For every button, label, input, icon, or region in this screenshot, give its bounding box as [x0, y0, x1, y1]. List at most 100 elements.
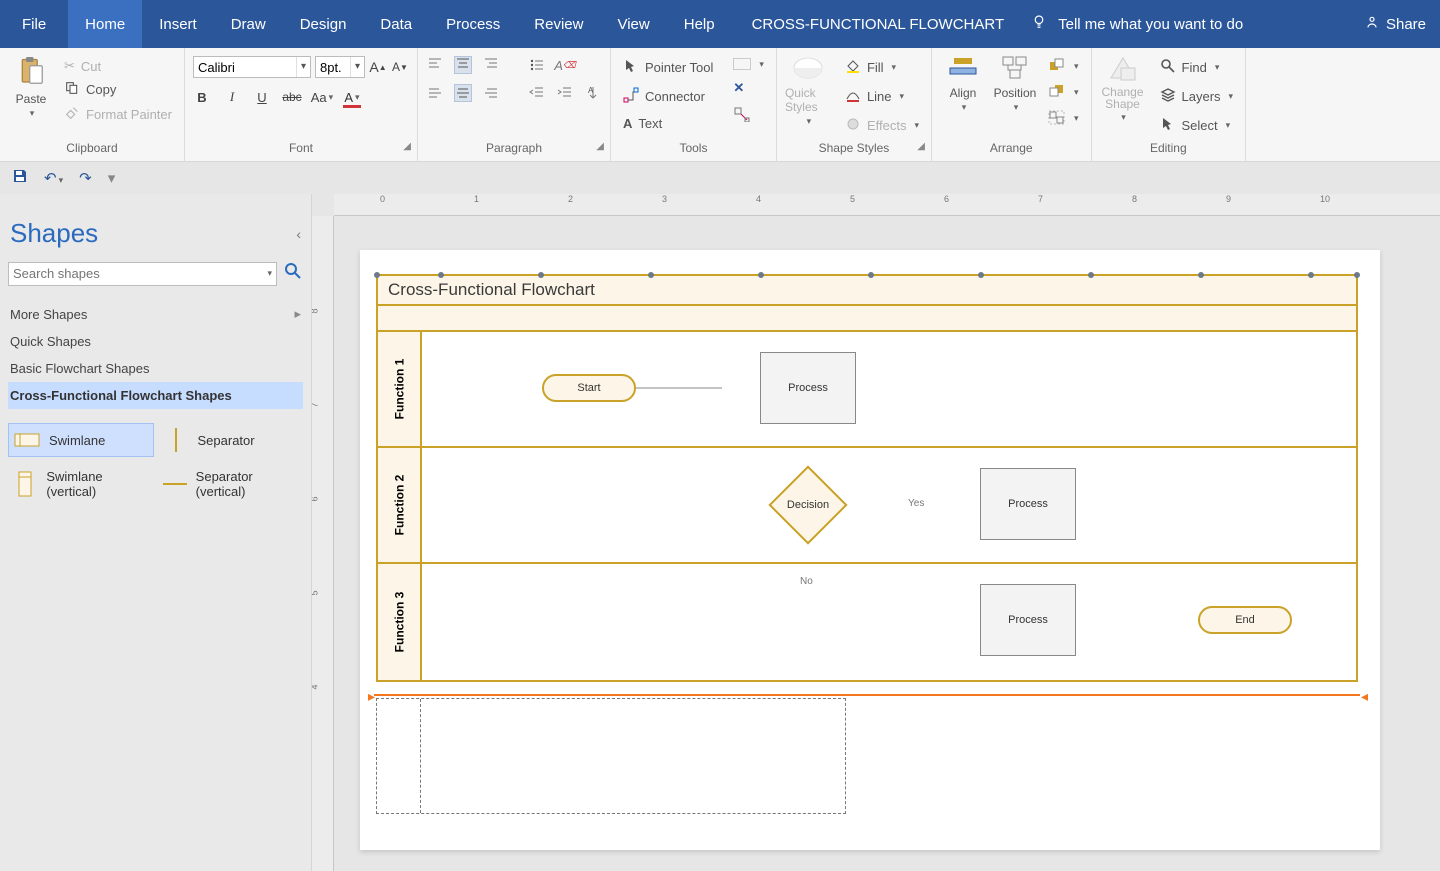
- position-button[interactable]: Position▾: [992, 52, 1038, 113]
- tab-design[interactable]: Design: [283, 0, 364, 48]
- align-top-right[interactable]: [482, 56, 500, 74]
- search-icon[interactable]: [283, 261, 303, 286]
- dialog-launcher-icon[interactable]: ◢: [596, 141, 604, 153]
- pointer-tool-button[interactable]: Pointer Tool: [619, 56, 717, 79]
- fill-icon: [845, 58, 861, 77]
- dialog-launcher-icon[interactable]: ◢: [403, 141, 411, 153]
- process-shape-2[interactable]: Process: [980, 468, 1076, 540]
- shape-separator-vertical[interactable]: Separator (vertical): [158, 465, 304, 503]
- tab-process[interactable]: Process: [429, 0, 517, 48]
- format-painter-button[interactable]: Format Painter: [60, 103, 176, 126]
- find-button[interactable]: Find▾: [1156, 56, 1238, 79]
- share-button[interactable]: Share: [1350, 14, 1440, 34]
- decrease-indent[interactable]: [528, 84, 546, 102]
- yes-label: Yes: [908, 498, 924, 509]
- align-top-left[interactable]: [426, 56, 444, 74]
- flowchart-title[interactable]: Cross-Functional Flowchart: [378, 276, 1356, 306]
- copy-button[interactable]: Copy: [60, 78, 176, 101]
- start-shape[interactable]: Start: [542, 374, 636, 402]
- shape-swimlane-vertical[interactable]: Swimlane (vertical): [8, 465, 154, 503]
- more-shapes-item[interactable]: More Shapes▸: [8, 300, 303, 328]
- insertion-guide: [374, 694, 1360, 696]
- align-middle-left[interactable]: [426, 84, 444, 102]
- lane-2[interactable]: Function 2 Decision Process Yes: [378, 448, 1356, 564]
- workspace: Shapes ‹ ▾ More Shapes▸ Quick Shapes Bas…: [0, 194, 1440, 871]
- tab-insert[interactable]: Insert: [142, 0, 214, 48]
- shape-swimlane[interactable]: Swimlane: [8, 423, 154, 457]
- save-button[interactable]: [8, 166, 32, 190]
- group-arrange: Align▾ Position▾ ▾ ▾ ▾ Arrange: [932, 48, 1092, 161]
- bring-front-button[interactable]: ▾: [1044, 56, 1083, 76]
- decision-shape[interactable]: Decision: [769, 466, 847, 544]
- process-shape-1[interactable]: Process: [760, 352, 856, 424]
- drawing-page[interactable]: Cross-Functional Flowchart Function 1 St…: [360, 250, 1380, 850]
- send-back-button[interactable]: ▾: [1044, 82, 1083, 102]
- freeform-tool[interactable]: [729, 104, 768, 124]
- italic-button[interactable]: I: [223, 88, 241, 106]
- font-color-button[interactable]: A▾: [343, 88, 361, 106]
- strike-button[interactable]: abc: [283, 88, 301, 106]
- bold-button[interactable]: B: [193, 88, 211, 106]
- share-icon: [1364, 14, 1380, 34]
- shapes-pane: Shapes ‹ ▾ More Shapes▸ Quick Shapes Bas…: [0, 194, 312, 871]
- increase-indent[interactable]: [556, 84, 574, 102]
- align-middle-right[interactable]: [482, 84, 500, 102]
- tell-me-search[interactable]: Tell me what you want to do: [1030, 13, 1243, 35]
- tab-help[interactable]: Help: [667, 0, 732, 48]
- change-case-button[interactable]: Aa▾: [313, 88, 331, 106]
- change-shape-button[interactable]: Change Shape▾: [1100, 52, 1146, 123]
- rotate-text[interactable]: A: [584, 84, 602, 102]
- align-button[interactable]: Align▾: [940, 52, 986, 113]
- quick-styles-button[interactable]: Quick Styles▾: [785, 52, 831, 127]
- flowchart-phase-band[interactable]: [378, 306, 1356, 332]
- end-shape[interactable]: End: [1198, 606, 1292, 634]
- font-size-combo[interactable]: ▾: [315, 56, 365, 78]
- dialog-launcher-icon[interactable]: ◢: [917, 141, 925, 153]
- paste-button[interactable]: Paste ▾: [8, 52, 54, 119]
- tab-data[interactable]: Data: [363, 0, 429, 48]
- redo-button[interactable]: ↷: [75, 167, 96, 189]
- search-icon: [1160, 58, 1176, 77]
- fill-button[interactable]: Fill▾: [841, 56, 923, 79]
- lane-3-header: Function 3: [392, 592, 406, 653]
- select-button[interactable]: Select▾: [1156, 114, 1238, 137]
- bullets-button[interactable]: [528, 56, 546, 74]
- font-family-combo[interactable]: ▾: [193, 56, 311, 78]
- rectangle-tool[interactable]: ▾: [729, 56, 768, 72]
- swimlane-container[interactable]: Cross-Functional Flowchart Function 1 St…: [376, 274, 1358, 682]
- qat-customize[interactable]: ▾: [104, 167, 120, 189]
- tab-draw[interactable]: Draw: [214, 0, 283, 48]
- effects-button[interactable]: Effects▾: [841, 114, 923, 137]
- connection-point-tool[interactable]: ✕: [729, 78, 768, 98]
- basic-flowchart-item[interactable]: Basic Flowchart Shapes: [8, 355, 303, 382]
- collapse-pane-icon[interactable]: ‹: [296, 226, 301, 242]
- chevron-down-icon[interactable]: ▾: [267, 268, 272, 279]
- group-button[interactable]: ▾: [1044, 108, 1083, 128]
- search-shapes-input[interactable]: ▾: [8, 262, 277, 286]
- connector-tool-button[interactable]: Connector: [619, 85, 717, 108]
- increase-font-icon[interactable]: A▲: [369, 58, 387, 76]
- clear-formatting-button[interactable]: A⌫: [556, 56, 574, 74]
- underline-button[interactable]: U: [253, 88, 271, 106]
- undo-button[interactable]: ↶▾: [40, 167, 67, 189]
- decrease-font-icon[interactable]: A▼: [391, 58, 409, 76]
- process-shape-3[interactable]: Process: [980, 584, 1076, 656]
- cut-button[interactable]: ✂ Cut: [60, 56, 176, 76]
- paste-label: Paste: [16, 92, 47, 106]
- tab-review[interactable]: Review: [517, 0, 600, 48]
- lane-3[interactable]: Function 3 Process End No: [378, 564, 1356, 680]
- shape-separator[interactable]: Separator: [158, 423, 304, 457]
- tab-file[interactable]: File: [0, 0, 68, 48]
- tab-view[interactable]: View: [600, 0, 666, 48]
- cross-functional-item[interactable]: Cross-Functional Flowchart Shapes: [8, 382, 303, 409]
- text-tool-button[interactable]: AText: [619, 114, 717, 133]
- lane-1[interactable]: Function 1 Start Process: [378, 332, 1356, 448]
- align-middle-center[interactable]: [454, 84, 472, 102]
- line-button[interactable]: Line▾: [841, 85, 923, 108]
- quick-shapes-item[interactable]: Quick Shapes: [8, 328, 303, 355]
- lightbulb-icon: [1030, 13, 1048, 35]
- layers-button[interactable]: Layers▾: [1156, 85, 1238, 108]
- tab-home[interactable]: Home: [68, 0, 142, 48]
- align-top-center[interactable]: [454, 56, 472, 74]
- drawing-canvas[interactable]: 0 1 2 3 4 5 6 7 8 9 10 8 7 6 5 4: [312, 194, 1440, 871]
